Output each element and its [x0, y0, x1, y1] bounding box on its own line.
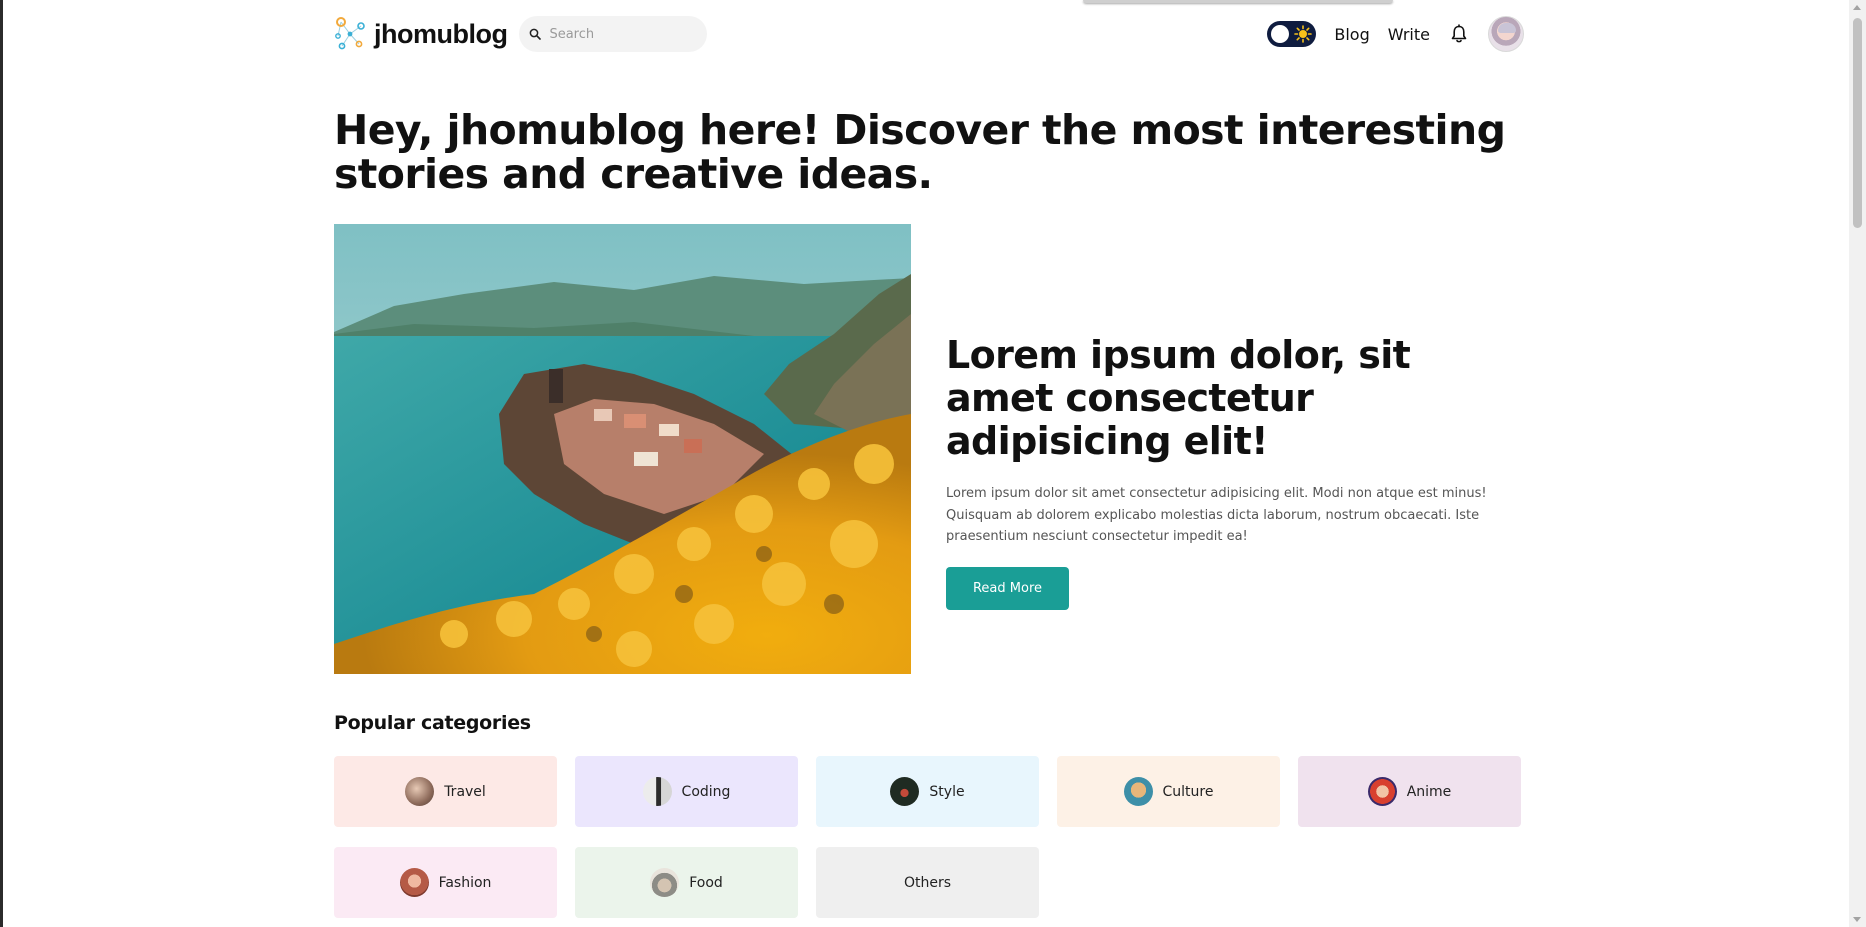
brand-name: jhomublog	[374, 18, 508, 49]
scroll-up-arrow-icon[interactable]	[1853, 5, 1861, 10]
network-logo-icon	[335, 17, 365, 50]
featured-image	[334, 224, 911, 674]
category-others[interactable]: Others	[816, 847, 1039, 918]
navbar: jhomublog Search Blog Write	[334, 14, 1524, 54]
sun-icon	[1294, 25, 1313, 43]
category-fashion[interactable]: Fashion	[334, 847, 557, 918]
category-thumb	[399, 868, 429, 897]
category-food[interactable]: Food	[575, 847, 798, 918]
category-style[interactable]: Style	[816, 756, 1039, 827]
brand-logo[interactable]: jhomublog	[334, 16, 508, 52]
category-thumb	[650, 868, 680, 897]
category-label: Food	[689, 874, 723, 891]
featured-title[interactable]: Lorem ipsum dolor, sit amet consectetur …	[946, 334, 1512, 463]
category-travel[interactable]: Travel	[334, 756, 557, 827]
category-label: Anime	[1406, 783, 1452, 800]
category-culture[interactable]: Culture	[1057, 756, 1280, 827]
window-edge	[0, 0, 3, 927]
nav-link-write[interactable]: Write	[1388, 25, 1430, 44]
toggle-knob	[1271, 25, 1290, 43]
theme-toggle[interactable]	[1267, 21, 1317, 47]
category-label: Coding	[681, 783, 731, 800]
category-thumb	[642, 777, 672, 806]
avatar[interactable]	[1488, 16, 1524, 52]
scrollbar-thumb[interactable]	[1853, 18, 1862, 228]
featured-post: Lorem ipsum dolor, sit amet consectetur …	[946, 334, 1512, 610]
category-thumb	[1367, 777, 1397, 806]
category-label: Travel	[444, 783, 486, 800]
read-more-button[interactable]: Read More	[946, 566, 1069, 610]
nav-link-blog[interactable]: Blog	[1334, 25, 1369, 44]
category-coding[interactable]: Coding	[575, 756, 798, 827]
category-anime[interactable]: Anime	[1298, 756, 1521, 827]
category-label: Culture	[1162, 783, 1214, 800]
page-scrollbar[interactable]	[1849, 0, 1866, 927]
scroll-down-arrow-icon[interactable]	[1853, 917, 1861, 922]
nav-left: jhomublog	[334, 16, 708, 52]
category-thumb	[405, 777, 435, 806]
categories-title: Popular categories	[334, 712, 531, 734]
category-thumb	[1123, 777, 1153, 806]
search-icon	[530, 28, 542, 40]
category-label: Others	[903, 874, 952, 891]
bell-icon[interactable]	[1450, 24, 1468, 44]
popover-edge	[1083, 0, 1393, 3]
category-thumb	[890, 777, 920, 806]
featured-description: Lorem ipsum dolor sit amet consectetur a…	[946, 486, 1487, 544]
hero-heading: Hey, jhomublog here! Discover the most i…	[334, 108, 1524, 196]
nav-right: Blog Write	[1267, 16, 1524, 52]
category-label: Style	[929, 783, 965, 800]
search-input[interactable]	[549, 26, 700, 42]
search-box[interactable]	[519, 16, 708, 52]
hero-heading-bold: Hey, jhomublog here!	[334, 106, 820, 154]
category-label: Fashion	[438, 874, 492, 891]
